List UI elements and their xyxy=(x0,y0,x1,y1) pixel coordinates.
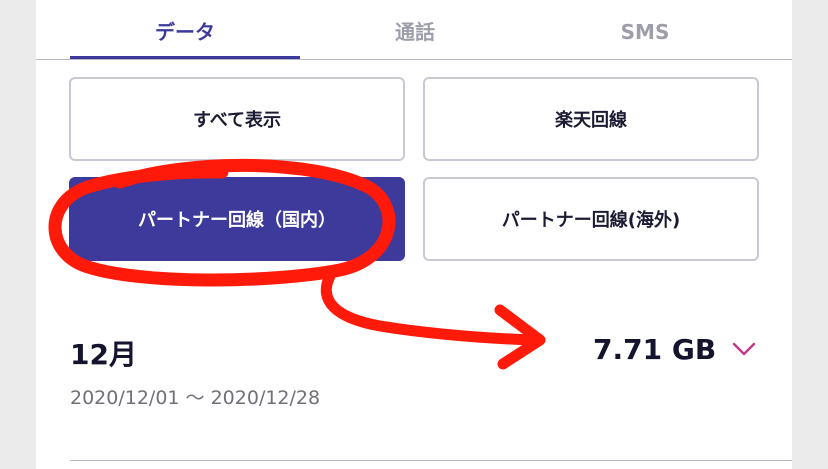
usage-amount: 7.71 GB xyxy=(593,333,717,366)
tabs-divider xyxy=(36,59,792,60)
filter-all-button[interactable]: すべて表示 xyxy=(69,77,405,161)
tab-sms[interactable]: SMS xyxy=(530,0,760,58)
filter-partner-domestic-button[interactable]: パートナー回線（国内） xyxy=(69,177,405,261)
bottom-divider xyxy=(70,460,792,461)
tab-data[interactable]: データ xyxy=(70,0,300,58)
usage-card: データ 通話 SMS すべて表示 楽天回線 パートナー回線（国内） パートナー回… xyxy=(36,0,792,469)
chevron-down-icon[interactable] xyxy=(729,337,759,361)
usage-month: 12月 xyxy=(70,338,137,371)
usage-period: 2020/12/01 〜 2020/12/28 xyxy=(70,387,321,409)
filter-partner-overseas-button[interactable]: パートナー回線(海外) xyxy=(423,177,759,261)
filter-rakuten-line-button[interactable]: 楽天回線 xyxy=(423,77,759,161)
usage-tabs: データ 通話 SMS xyxy=(36,0,792,60)
tab-calls[interactable]: 通話 xyxy=(300,0,530,58)
